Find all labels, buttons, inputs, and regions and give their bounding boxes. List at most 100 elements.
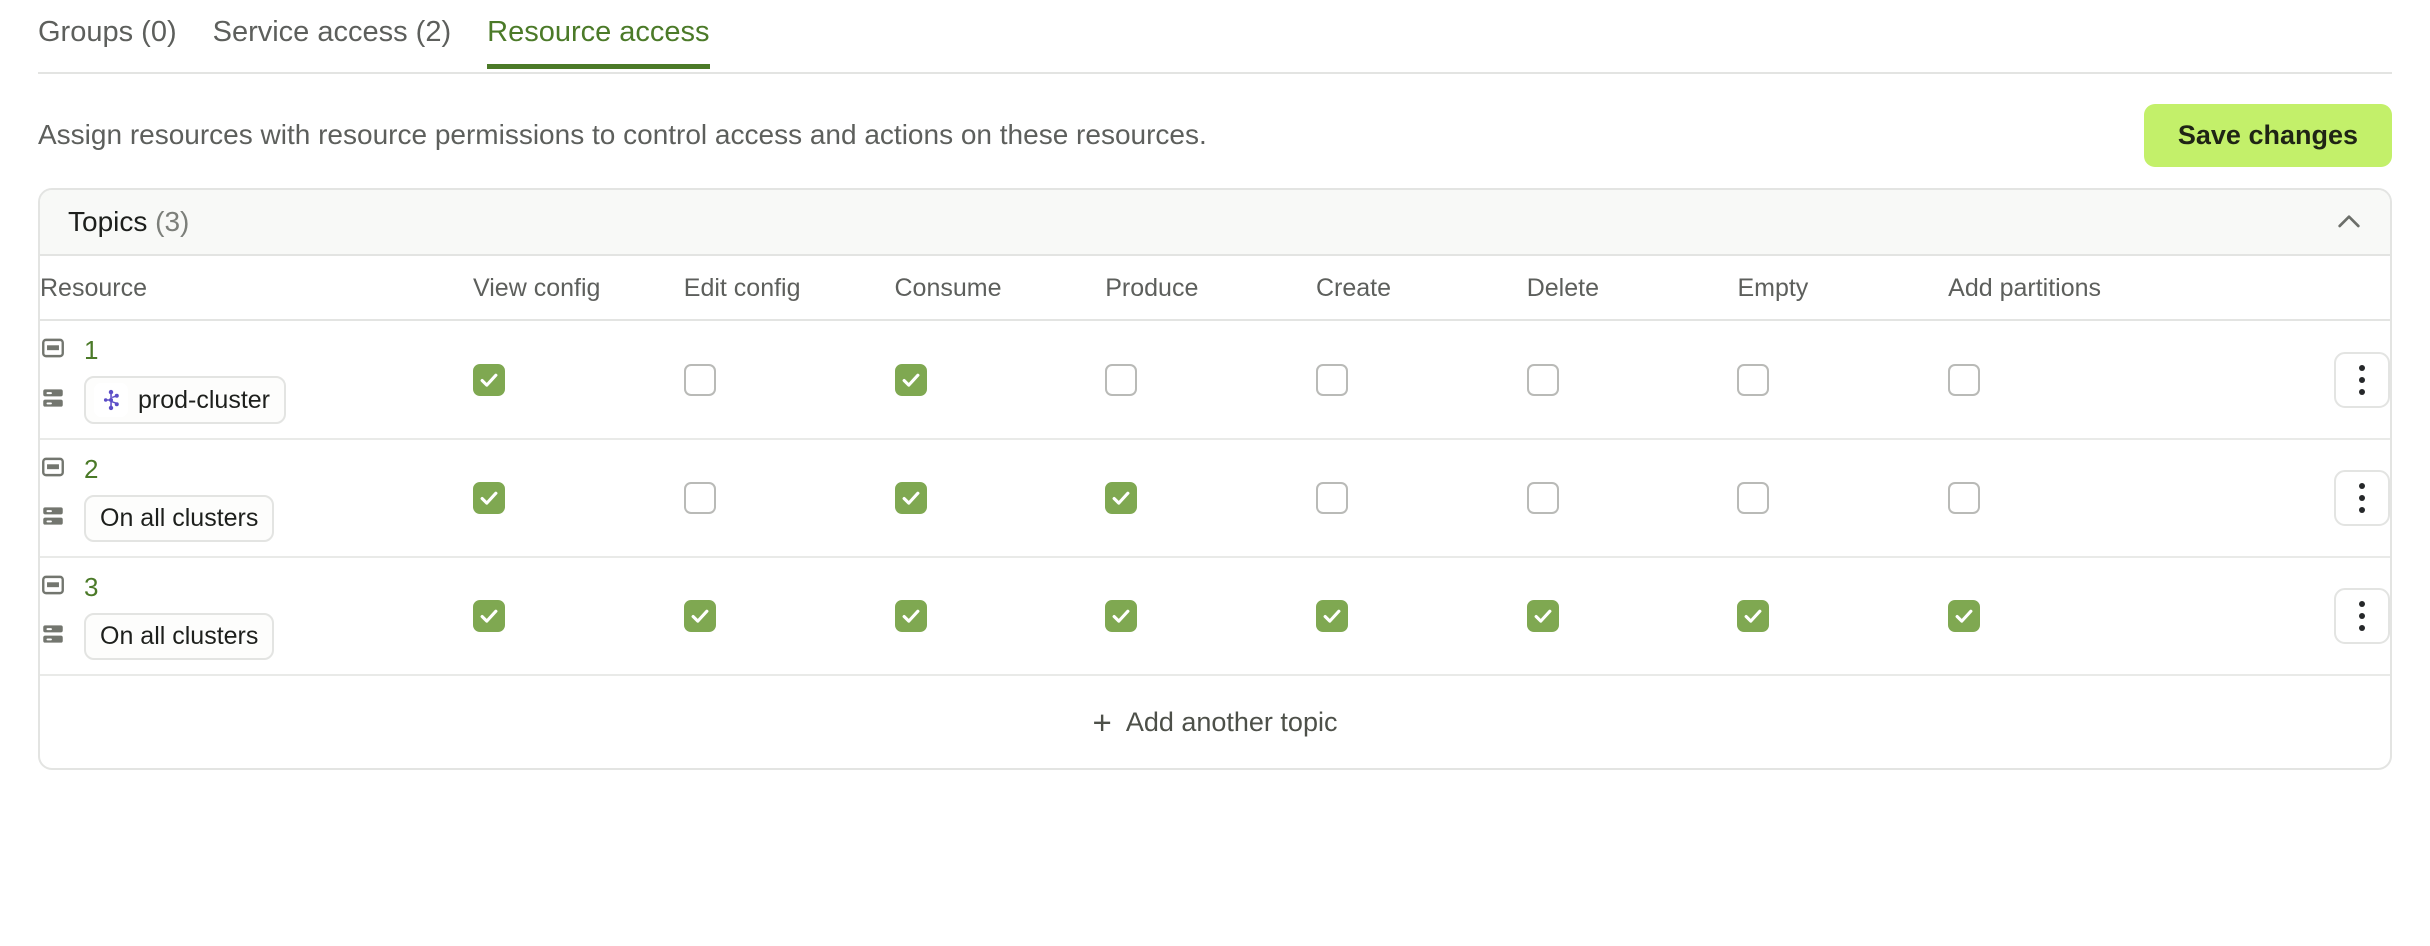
permission-cell-add-partitions xyxy=(1948,320,2159,440)
cluster-icon xyxy=(40,385,66,416)
kebab-menu-icon[interactable] xyxy=(2334,470,2390,526)
checkbox-create[interactable] xyxy=(1315,482,1348,514)
permission-cell-edit-config xyxy=(683,557,895,676)
topics-card-header[interactable]: Topics (3) xyxy=(40,190,2390,256)
permission-cell-view-config xyxy=(473,557,684,676)
permission-cell-view-config xyxy=(473,439,684,558)
save-changes-button[interactable]: Save changes xyxy=(2143,103,2392,167)
cluster-icon xyxy=(40,621,66,652)
checkbox-consume[interactable] xyxy=(894,363,927,396)
checkbox-consume[interactable] xyxy=(894,482,927,514)
checkbox-edit-config[interactable] xyxy=(683,363,716,396)
column-header-delete: Delete xyxy=(1526,256,1738,321)
topics-card-footer: + Add another topic xyxy=(40,676,2390,768)
permission-cell-create xyxy=(1315,557,1527,676)
permission-cell-add-partitions xyxy=(1948,557,2159,676)
permission-cell-produce xyxy=(1105,320,1316,440)
column-header-actions xyxy=(2158,256,2390,321)
kebab-menu-icon[interactable] xyxy=(2334,588,2390,644)
permission-cell-add-partitions xyxy=(1948,439,2159,558)
table-row: 3 On all clusters xyxy=(40,557,2390,676)
checkbox-add-partitions[interactable] xyxy=(1948,600,1981,632)
permission-cell-create xyxy=(1315,439,1527,558)
checkbox-empty[interactable] xyxy=(1737,482,1770,514)
checkbox-create[interactable] xyxy=(1315,600,1348,632)
column-header-resource: Resource xyxy=(40,256,474,321)
checkbox-produce[interactable] xyxy=(1105,600,1138,632)
permission-cell-empty xyxy=(1737,320,1949,440)
checkbox-add-partitions[interactable] xyxy=(1948,363,1981,396)
row-actions-cell xyxy=(2158,320,2390,440)
resource-number: 1 xyxy=(84,335,99,365)
resource-number: 3 xyxy=(84,572,99,602)
permission-cell-consume xyxy=(894,439,1106,558)
row-actions-cell xyxy=(2158,439,2390,558)
tab-bar: Groups (0) Service access (2) Resource a… xyxy=(0,0,2430,74)
topic-icon xyxy=(40,454,66,485)
intro-row: Assign resources with resource permissio… xyxy=(0,74,2430,167)
table-header-row: Resource View config Edit config Consume… xyxy=(40,256,2390,321)
topics-count: (3) xyxy=(155,206,190,237)
checkbox-consume[interactable] xyxy=(894,600,927,632)
permission-cell-consume xyxy=(894,557,1106,676)
checkbox-empty[interactable] xyxy=(1737,600,1770,632)
cluster-icon xyxy=(40,503,66,534)
cluster-selector[interactable]: On all clusters xyxy=(84,495,275,542)
permission-cell-view-config xyxy=(473,320,684,440)
permission-cell-produce xyxy=(1105,439,1316,558)
resource-cell: 1 prod-cluster xyxy=(40,320,474,440)
checkbox-edit-config[interactable] xyxy=(683,600,716,632)
table-row: 1 prod-cluster xyxy=(40,320,2390,440)
permission-cell-consume xyxy=(894,320,1106,440)
kafka-logo-icon xyxy=(94,383,128,417)
resource-number: 2 xyxy=(84,454,99,484)
add-another-topic-label: Add another topic xyxy=(1125,706,1338,737)
permission-cell-delete xyxy=(1526,320,1738,440)
checkbox-produce[interactable] xyxy=(1105,363,1138,396)
checkbox-view-config[interactable] xyxy=(473,482,506,514)
checkbox-view-config[interactable] xyxy=(473,600,506,632)
column-header-view-config: View config xyxy=(473,256,684,321)
column-header-create: Create xyxy=(1315,256,1527,321)
permission-cell-edit-config xyxy=(683,439,895,558)
permission-cell-delete xyxy=(1526,439,1738,558)
tab-service-access[interactable]: Service access (2) xyxy=(195,0,470,69)
permission-cell-produce xyxy=(1105,557,1316,676)
checkbox-view-config[interactable] xyxy=(473,363,506,396)
cluster-selector[interactable]: prod-cluster xyxy=(84,376,286,424)
chevron-up-icon[interactable] xyxy=(2332,205,2366,239)
permission-cell-edit-config xyxy=(683,320,895,440)
checkbox-add-partitions[interactable] xyxy=(1948,482,1981,514)
column-header-produce: Produce xyxy=(1105,256,1316,321)
resource-cell: 3 On all clusters xyxy=(40,557,474,676)
checkbox-delete[interactable] xyxy=(1526,600,1559,632)
permission-cell-empty xyxy=(1737,439,1949,558)
kebab-menu-icon[interactable] xyxy=(2334,351,2390,408)
page-description: Assign resources with resource permissio… xyxy=(38,119,1207,151)
topics-title-text: Topics xyxy=(68,206,148,237)
cluster-label: prod-cluster xyxy=(138,385,270,414)
column-header-add-partitions: Add partitions xyxy=(1948,256,2159,321)
checkbox-create[interactable] xyxy=(1315,363,1348,396)
tab-resource-access[interactable]: Resource access xyxy=(469,0,727,69)
checkbox-edit-config[interactable] xyxy=(683,482,716,514)
checkbox-delete[interactable] xyxy=(1526,482,1559,514)
checkbox-delete[interactable] xyxy=(1526,363,1559,396)
permission-cell-create xyxy=(1315,320,1527,440)
permission-cell-empty xyxy=(1737,557,1949,676)
row-actions-cell xyxy=(2158,557,2390,676)
cluster-selector[interactable]: On all clusters xyxy=(84,613,275,660)
resource-cell: 2 On all clusters xyxy=(40,439,474,558)
cluster-label: On all clusters xyxy=(100,622,259,650)
checkbox-empty[interactable] xyxy=(1737,363,1770,396)
checkbox-produce[interactable] xyxy=(1105,482,1138,514)
add-another-topic-button[interactable]: + Add another topic xyxy=(1087,705,1344,740)
topic-icon xyxy=(40,572,66,603)
topics-card-title: Topics (3) xyxy=(68,206,189,238)
permission-cell-delete xyxy=(1526,557,1738,676)
resource-permissions-table: Resource View config Edit config Consume… xyxy=(40,256,2390,676)
tab-groups[interactable]: Groups (0) xyxy=(38,0,195,69)
column-header-empty: Empty xyxy=(1737,256,1949,321)
plus-icon: + xyxy=(1092,703,1112,741)
cluster-label: On all clusters xyxy=(100,504,259,532)
